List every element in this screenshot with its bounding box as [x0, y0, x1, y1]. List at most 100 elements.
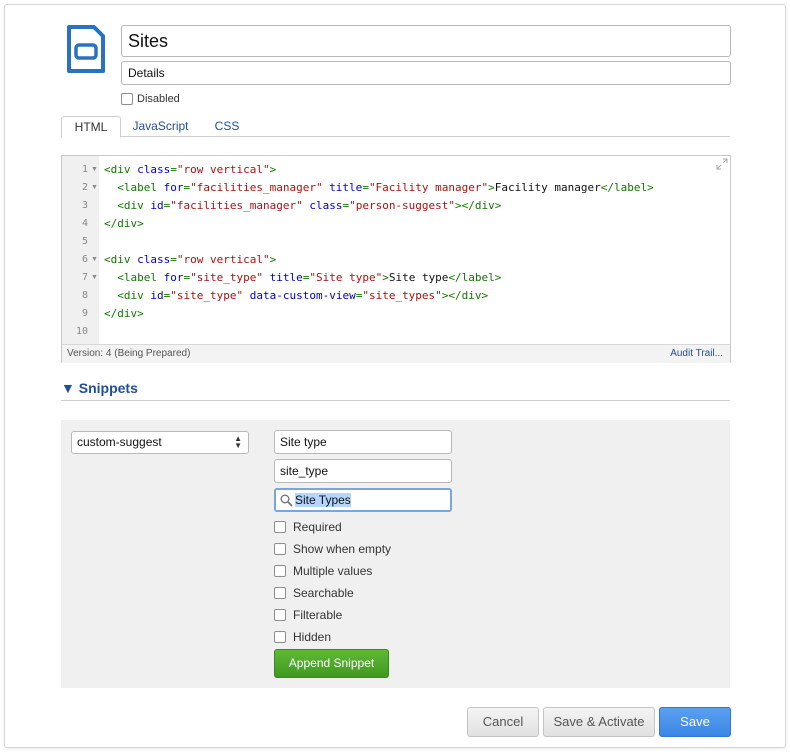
code-line[interactable]: <div id="facilities_manager" class="pers…: [104, 197, 501, 215]
tab-javascript[interactable]: JavaScript: [127, 116, 194, 136]
code-line[interactable]: <label for="facilities_manager" title="F…: [104, 179, 653, 197]
filterable-label: Filterable: [293, 608, 343, 622]
filterable-checkbox[interactable]: [274, 609, 286, 621]
required-checkbox[interactable]: [274, 521, 286, 533]
line-number: 8: [81, 290, 88, 301]
search-icon: [280, 494, 293, 507]
searchable-label: Searchable: [293, 586, 354, 600]
expand-icon[interactable]: [716, 158, 728, 170]
option-hidden[interactable]: Hidden: [274, 629, 331, 645]
code-token: "site_types": [362, 289, 442, 302]
line-number: 7: [81, 272, 88, 283]
code-token: "row vertical": [176, 253, 270, 266]
code-token: >: [269, 253, 277, 266]
editor-tabs: HTML JavaScript CSS: [61, 116, 730, 138]
tab-html[interactable]: HTML: [61, 116, 121, 138]
version-text: Version: 4 (Being Prepared): [67, 348, 191, 359]
code-token: title: [269, 271, 303, 284]
fold-arrow-icon[interactable]: ▼: [91, 179, 98, 197]
code-line[interactable]: <div class="row vertical">: [104, 251, 276, 269]
audit-trail-link[interactable]: Audit Trail...: [670, 345, 723, 362]
hidden-checkbox[interactable]: [274, 631, 286, 643]
code-line[interactable]: </div>: [104, 305, 144, 323]
code-line[interactable]: <label for="site_type" title="Site type"…: [104, 269, 501, 287]
disabled-checkbox-row[interactable]: Disabled: [121, 93, 180, 105]
append-snippet-button[interactable]: Append Snippet: [274, 649, 389, 678]
code-token: =: [362, 181, 369, 194]
snippets-heading[interactable]: ▼ Snippets: [61, 380, 730, 401]
code-token: <label: [117, 271, 164, 284]
code-token: <div: [104, 253, 138, 266]
code-token: ></div>: [441, 289, 489, 302]
save-button[interactable]: Save: [659, 707, 731, 737]
id-field-value: site_type: [280, 464, 329, 478]
option-multiple-values[interactable]: Multiple values: [274, 563, 372, 579]
snippet-type-select[interactable]: custom-suggest ▲ ▼: [71, 431, 249, 454]
cancel-button[interactable]: Cancel: [467, 707, 539, 737]
code-token: >: [269, 163, 277, 176]
fold-arrow-icon[interactable]: ▼: [91, 269, 98, 287]
code-token: =: [170, 253, 177, 266]
code-token: for: [163, 271, 184, 284]
code-token: id: [150, 199, 164, 212]
view-search-field[interactable]: Site Types: [274, 488, 452, 512]
multiple-values-checkbox[interactable]: [274, 565, 286, 577]
code-editor[interactable]: 1 ▼ 2 ▼ 3 4 5 6 ▼ 7 ▼ 8 9 10 <div class="row vertical…: [61, 155, 731, 363]
line-number: 9: [81, 308, 88, 319]
code-token: Site type: [388, 271, 449, 284]
code-token: </div>: [104, 217, 144, 230]
line-number: 10: [75, 326, 88, 337]
label-field-value: Site type: [280, 435, 327, 449]
hidden-label: Hidden: [293, 630, 332, 644]
code-token: for: [163, 181, 184, 194]
triangle-down-icon[interactable]: ▼: [61, 380, 75, 396]
option-required[interactable]: Required: [274, 519, 342, 535]
code-token: title: [329, 181, 363, 194]
snippet-panel: custom-suggest ▲ ▼ Site type site_type Si…: [61, 420, 730, 688]
code-token: class: [137, 163, 171, 176]
save-activate-button[interactable]: Save & Activate: [543, 707, 655, 737]
multiple-values-label: Multiple values: [293, 564, 373, 578]
line-number: 2: [81, 182, 88, 193]
fold-arrow-icon[interactable]: ▼: [91, 251, 98, 269]
tab-css[interactable]: CSS: [206, 116, 248, 136]
code-token: "person-suggest": [349, 199, 456, 212]
select-arrows-icon: ▲ ▼: [234, 434, 242, 450]
line-number: 4: [81, 218, 88, 229]
code-token: id: [150, 289, 164, 302]
title-input[interactable]: [121, 25, 731, 57]
id-field[interactable]: site_type: [274, 459, 452, 483]
label-field[interactable]: Site type: [274, 430, 452, 454]
code-line[interactable]: </div>: [104, 215, 144, 233]
code-token: Facility manager: [494, 181, 601, 194]
searchable-checkbox[interactable]: [274, 587, 286, 599]
code-token: <div: [117, 199, 151, 212]
line-number: 1: [81, 164, 88, 175]
code-area[interactable]: <div class="row vertical"> <label for="f…: [99, 156, 730, 344]
code-token: "facilities_manager": [190, 181, 323, 194]
snippet-type-value: custom-suggest: [77, 435, 162, 449]
show-when-empty-checkbox[interactable]: [274, 543, 286, 555]
code-token: class: [309, 199, 343, 212]
line-number: 3: [81, 200, 88, 211]
code-token: ></div>: [455, 199, 502, 212]
code-token: class: [137, 253, 171, 266]
option-filterable[interactable]: Filterable: [274, 607, 342, 623]
code-token: "Site type": [309, 271, 383, 284]
disabled-label: Disabled: [137, 93, 180, 105]
required-label: Required: [293, 520, 342, 534]
editor-status-bar: Version: 4 (Being Prepared) Audit Trail.…: [62, 344, 730, 363]
disabled-checkbox[interactable]: [121, 93, 133, 105]
option-searchable[interactable]: Searchable: [274, 585, 354, 601]
code-token: >: [488, 181, 495, 194]
code-token: <div: [104, 163, 138, 176]
fold-arrow-icon[interactable]: ▼: [91, 161, 98, 179]
show-when-empty-label: Show when empty: [293, 542, 392, 556]
option-show-when-empty[interactable]: Show when empty: [274, 541, 391, 557]
details-input[interactable]: [121, 61, 731, 85]
code-line[interactable]: <div class="row vertical">: [104, 161, 276, 179]
code-line[interactable]: <div id="site_type" data-custom-view="si…: [104, 287, 488, 305]
